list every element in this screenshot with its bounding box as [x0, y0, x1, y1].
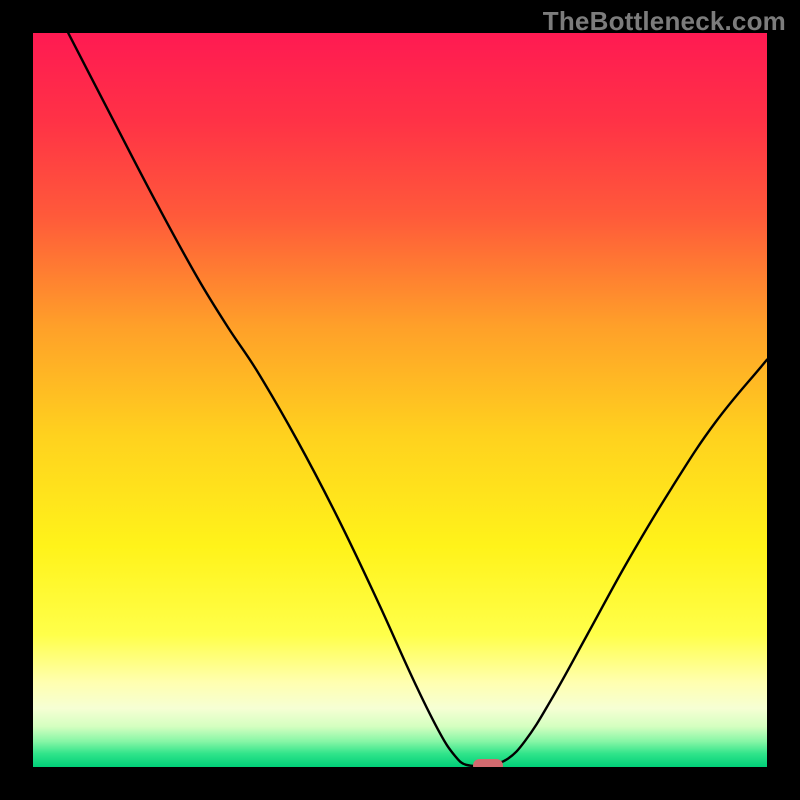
- chart-frame: TheBottleneck.com: [0, 0, 800, 800]
- watermark-text: TheBottleneck.com: [543, 6, 786, 37]
- optimal-marker: [473, 759, 503, 767]
- plot-area: [33, 33, 767, 767]
- bottleneck-curve: [33, 33, 767, 767]
